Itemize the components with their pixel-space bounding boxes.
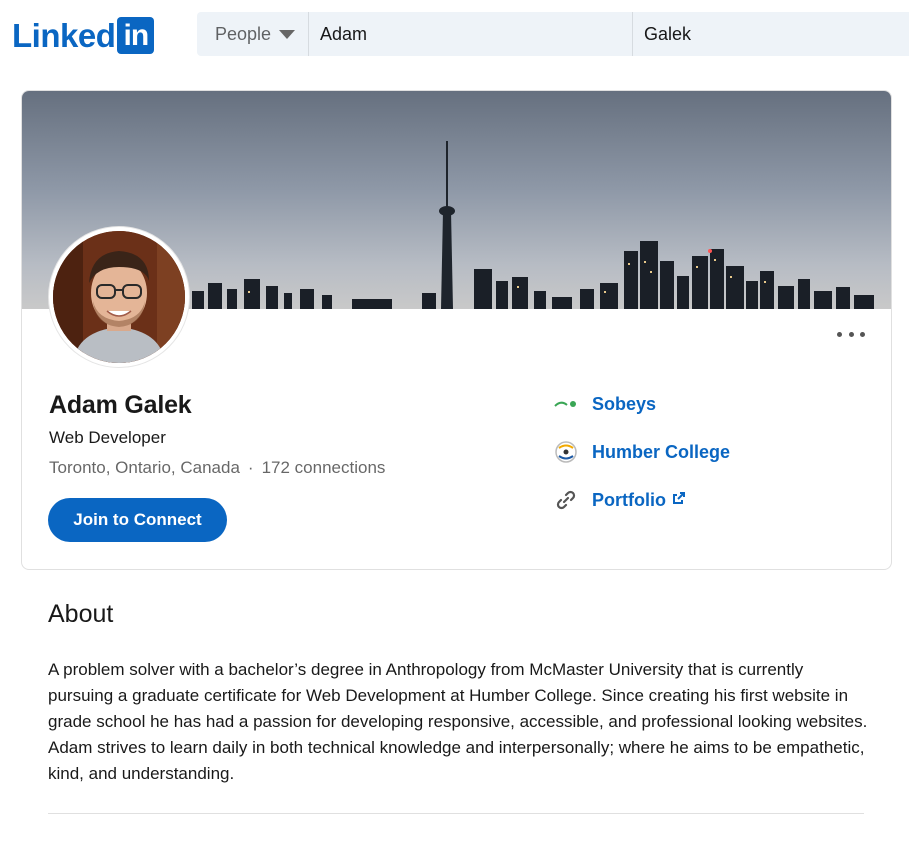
more-horizontal-icon-dot: [860, 331, 865, 337]
first-name-input[interactable]: [309, 12, 633, 56]
search-type-label: People: [215, 23, 272, 44]
profile-photo[interactable]: [49, 227, 189, 367]
meta-separator: ·: [247, 458, 254, 477]
link-humber-college-label: Humber College: [592, 441, 731, 462]
profile-meta: Toronto, Ontario, Canada · 172 connectio…: [49, 458, 385, 478]
search-type-dropdown[interactable]: People: [197, 12, 309, 56]
profile-connections: 172 connections: [261, 458, 386, 477]
profile-name: Adam Galek: [49, 391, 192, 419]
logo-wordmark: Linked: [12, 16, 116, 54]
linkedin-logo[interactable]: Linked in: [12, 16, 155, 54]
join-to-connect-button[interactable]: Join to Connect: [48, 498, 227, 542]
humber-logo-icon: [553, 439, 579, 465]
last-name-input[interactable]: [633, 12, 909, 56]
caret-down-icon: [279, 29, 296, 39]
about-heading: About: [48, 600, 114, 628]
about-text: A problem solver with a bachelor’s degre…: [48, 660, 868, 783]
top-bar: Linked in People: [0, 0, 909, 70]
link-sobeys[interactable]: Sobeys: [553, 391, 730, 417]
link-portfolio-label: Portfolio: [592, 489, 666, 510]
profile-links: Sobeys Humber College Portfolio: [553, 391, 730, 535]
more-horizontal-icon-dot: [837, 331, 842, 337]
profile-photo-image: [53, 231, 185, 363]
sobeys-logo-icon: [553, 391, 579, 417]
link-sobeys-label: Sobeys: [592, 393, 657, 414]
section-divider: [48, 813, 864, 814]
profile-headline: Web Developer: [49, 428, 166, 447]
logo-in-box: in: [117, 16, 155, 54]
link-icon: [553, 487, 579, 513]
people-search-bar: People: [197, 12, 909, 56]
more-options-button[interactable]: [837, 327, 865, 341]
profile-card: Adam Galek Web Developer Toronto, Ontari…: [21, 90, 892, 570]
more-horizontal-icon-dot: [848, 331, 854, 337]
external-link-icon: [672, 491, 686, 510]
link-humber-college[interactable]: Humber College: [553, 439, 730, 465]
profile-location: Toronto, Ontario, Canada: [49, 458, 240, 477]
link-portfolio[interactable]: Portfolio: [553, 487, 730, 513]
